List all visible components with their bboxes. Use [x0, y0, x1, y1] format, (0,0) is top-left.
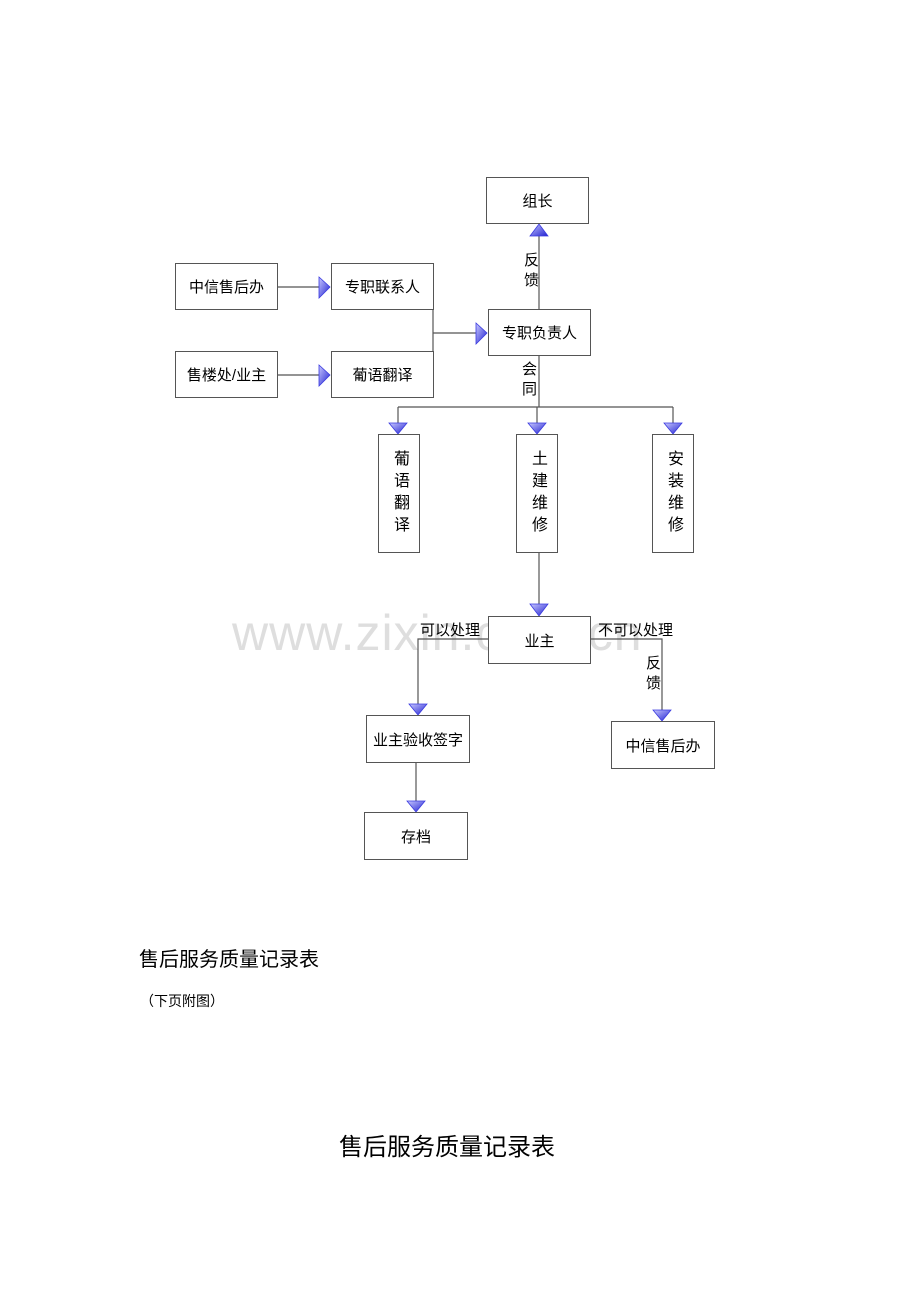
node-archive: 存档: [364, 812, 468, 860]
flowchart-connectors: [277, 223, 683, 813]
node-civil-repair: 土建维修: [516, 434, 558, 553]
node-sales-owner: 售楼处/业主: [175, 351, 278, 398]
label-can-handle: 可以处理: [420, 622, 481, 639]
arrow-down-icon: [663, 422, 683, 435]
label-together: 会同: [520, 361, 537, 401]
node-install-repair: 安装维修: [652, 434, 694, 553]
arrow-down-icon: [527, 422, 547, 435]
node-citic-office-bottom: 中信售后办: [611, 721, 715, 769]
arrow-right-icon: [318, 364, 331, 387]
node-leader: 组长: [486, 177, 589, 224]
note: （下页附图）: [140, 995, 224, 1010]
arrow-down-icon: [408, 703, 428, 716]
arrow-right-icon: [318, 276, 331, 299]
label-feedback: 反馈: [522, 252, 539, 292]
arrow-down-icon: [652, 709, 672, 722]
node-citic-office: 中信售后办: [175, 263, 278, 310]
arrow-down-icon: [406, 800, 426, 813]
node-translator: 葡语翻译: [331, 351, 434, 398]
arrow-right-icon: [475, 322, 488, 345]
section-heading: 售后服务质量记录表: [139, 949, 319, 971]
arrow-up-icon: [529, 223, 549, 237]
document-page: www.zixin.com.cn 组长 中信售后办 专职联系人 售楼处/业主 葡…: [0, 0, 920, 1302]
label-cannot-handle: 不可以处理: [598, 622, 674, 639]
label-feedback-bottom: 反馈: [644, 655, 661, 695]
arrow-down-icon: [529, 603, 549, 617]
node-responsible: 专职负责人: [488, 309, 591, 356]
page-title: 售后服务质量记录表: [339, 1135, 555, 1161]
connector: [417, 638, 488, 704]
node-liaison: 专职联系人: [331, 263, 434, 310]
node-owner-sign: 业主验收签字: [366, 715, 470, 763]
node-translator-vertical: 葡语翻译: [378, 434, 420, 553]
node-owner: 业主: [488, 616, 591, 664]
arrow-down-icon: [388, 422, 408, 435]
